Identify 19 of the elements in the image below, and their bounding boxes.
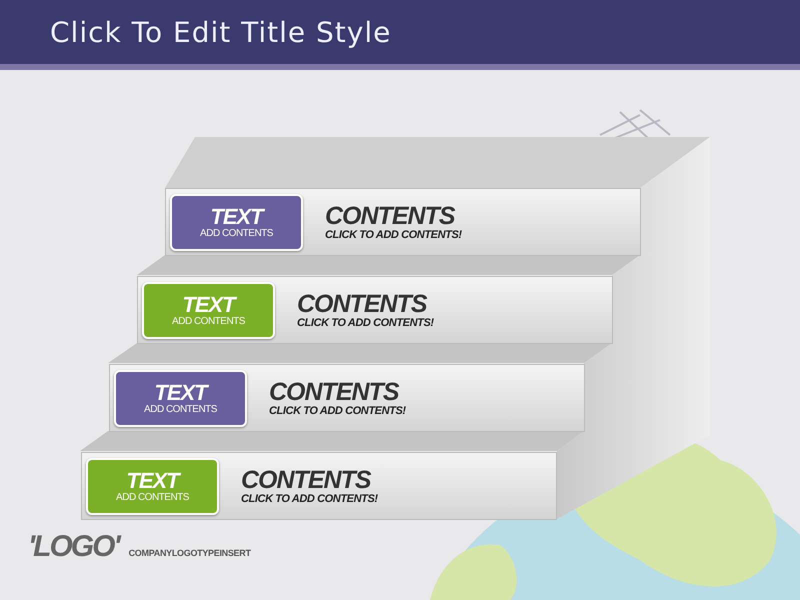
logo-tagline: COMPANYLOGOTYPEINSERT bbox=[128, 548, 251, 560]
tag-title: TEXT bbox=[182, 294, 235, 316]
step-text: CLICK TO ADD CONTENTS! bbox=[325, 228, 462, 240]
tag-subtitle: ADD CONTENTS bbox=[144, 404, 217, 414]
step-heading: CONTENTS bbox=[241, 468, 372, 492]
step-text: CLICK TO ADD CONTENTS! bbox=[269, 404, 406, 416]
step-text: CLICK TO ADD CONTENTS! bbox=[241, 492, 378, 504]
step-text: CLICK TO ADD CONTENTS! bbox=[297, 316, 434, 328]
step-heading: CONTENTS bbox=[325, 204, 456, 228]
tag-title: TEXT bbox=[154, 382, 207, 404]
tag-subtitle: ADD CONTENTS bbox=[172, 316, 245, 326]
tag-title: TEXT bbox=[126, 470, 179, 492]
step-heading: CONTENTS bbox=[269, 380, 400, 404]
tag-title: TEXT bbox=[210, 206, 263, 228]
tag-subtitle: ADD CONTENTS bbox=[116, 492, 189, 502]
slide-title: Click To Edit Title Style bbox=[50, 16, 392, 48]
logo-mark: 'LOGO' bbox=[28, 530, 119, 564]
tag-subtitle: ADD CONTENTS bbox=[200, 228, 273, 238]
step-heading: CONTENTS bbox=[297, 292, 428, 316]
